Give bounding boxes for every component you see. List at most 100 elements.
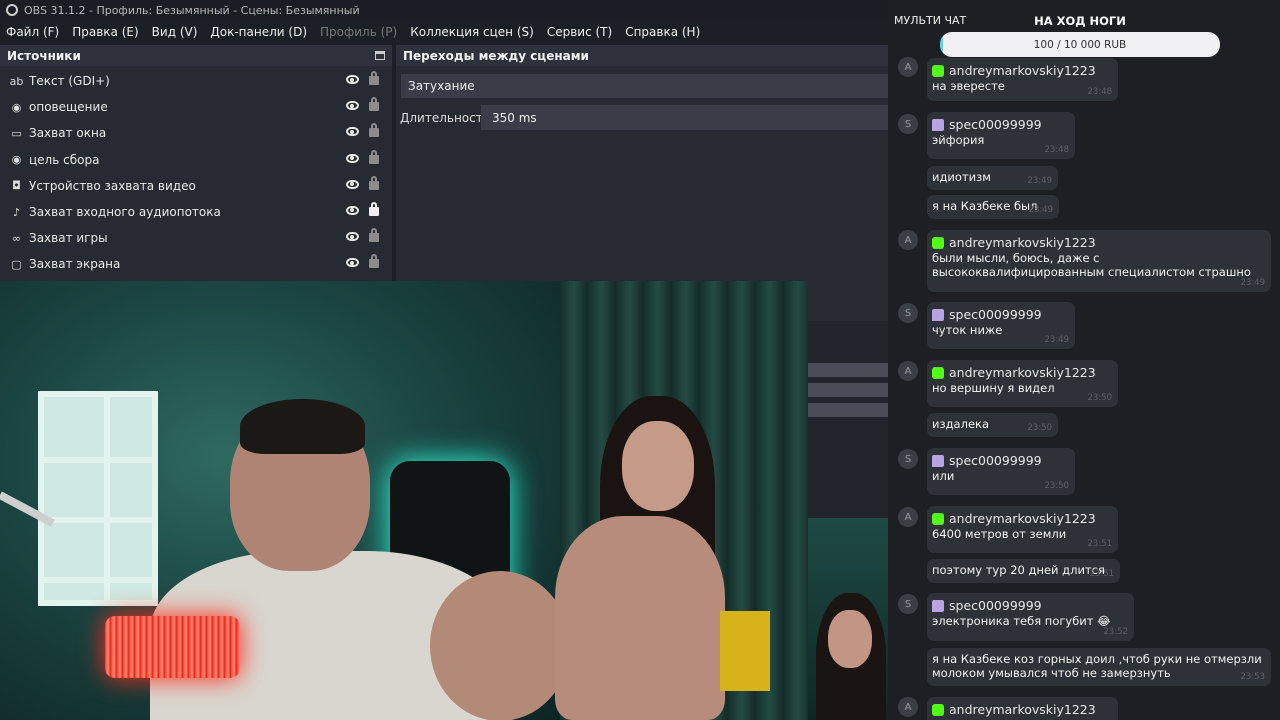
visibility-eye-icon[interactable] (346, 127, 359, 137)
menu-profile: Профиль (P) (320, 24, 398, 39)
window-icon: ▭ (11, 126, 22, 140)
avatar: A (898, 361, 918, 381)
kick-icon (932, 64, 944, 77)
visibility-eye-icon[interactable] (346, 232, 359, 242)
monitor-icon: ▢ (11, 257, 22, 271)
microphone-icon: ♪ (12, 205, 21, 219)
chat-username: spec00099999 (932, 452, 1071, 469)
lock-icon[interactable] (369, 149, 379, 164)
username-text: andreymarkovskiy1223 (949, 511, 1096, 526)
visibility-eye-icon[interactable] (346, 205, 359, 215)
username-text: spec00099999 (949, 453, 1042, 468)
chat-message: andreymarkovskiy1223 но вершину я видел … (927, 360, 1118, 407)
panel-bar (808, 383, 888, 397)
panel-bar (808, 403, 888, 417)
chat-username: andreymarkovskiy1223 (932, 510, 1114, 527)
twitch-icon (932, 454, 944, 467)
chat-message: spec00099999 чуток ниже 23:49 (927, 302, 1075, 349)
source-item[interactable]: ◘ Устройство захвата видео (0, 173, 392, 199)
source-item[interactable]: ▭ Захват окна (0, 120, 392, 146)
username-text: spec00099999 (949, 598, 1042, 613)
menu-file[interactable]: Файл (F) (6, 25, 59, 39)
username-text: andreymarkovskiy1223 (949, 63, 1096, 78)
menu-edit[interactable]: Правка (E) (72, 25, 138, 39)
message-time: 23:50 (1087, 393, 1113, 403)
panel-bar (808, 363, 888, 377)
message-time: 23:50 (1044, 481, 1070, 491)
chat-message: поэтому тур 20 дней длится 23:51 (927, 559, 1120, 583)
lock-icon[interactable] (369, 175, 379, 190)
menu-docks[interactable]: Док-панели (D) (210, 25, 307, 39)
avatar: A (898, 697, 918, 717)
undock-icon[interactable] (375, 51, 385, 60)
obs-logo-icon (6, 4, 18, 16)
menu-help[interactable]: Справка (H) (625, 25, 700, 39)
chat-username: spec00099999 (932, 597, 1130, 614)
message-time: 23:49 (1044, 335, 1070, 345)
lock-icon[interactable] (369, 254, 379, 269)
streamer-arm (430, 571, 570, 720)
chat-message: я на Казбеке коз горных доил ,чтоб руки … (927, 648, 1271, 686)
lock-icon[interactable] (369, 71, 379, 85)
multi-chat-panel: МУЛЬТИ ЧАТ НА ХОД НОГИ 100 / 10 000 RUB … (888, 0, 1280, 720)
chat-message: издалека 23:50 (927, 413, 1058, 437)
kick-icon (932, 703, 944, 716)
message-time: 23:50 (1027, 423, 1053, 433)
sources-dock: Источники ab Текст (GDI+) ◉ оповещение ▭… (0, 45, 392, 281)
pip-face (828, 610, 872, 668)
kick-icon (932, 236, 944, 249)
chat-message: andreymarkovskiy1223 (927, 697, 1118, 720)
menu-view[interactable]: Вид (V) (152, 25, 198, 39)
menu-bar: Файл (F) Правка (E) Вид (V) Док-панели (… (0, 20, 888, 43)
chat-username: andreymarkovskiy1223 (932, 364, 1114, 381)
camera-icon: ◘ (12, 179, 21, 193)
source-item[interactable]: ab Текст (GDI+) (0, 68, 392, 94)
username-text: spec00099999 (949, 307, 1042, 322)
guest-face (622, 421, 694, 511)
kick-icon (932, 512, 944, 525)
chat-username: andreymarkovskiy1223 (932, 701, 1114, 718)
source-label: Захват игры (29, 231, 108, 246)
source-label: Захват экрана (29, 257, 121, 272)
microphone-icon (105, 616, 240, 678)
transition-select[interactable]: Затухание (401, 74, 888, 98)
lock-icon[interactable] (369, 97, 379, 112)
visibility-eye-icon[interactable] (346, 75, 359, 84)
source-item[interactable]: ∞ Захват игры (0, 225, 392, 251)
message-time: 23:49 (1240, 278, 1266, 288)
goal-progress-bar: 100 / 10 000 RUB (940, 32, 1220, 57)
lock-icon[interactable] (369, 201, 379, 216)
gamepad-icon: ∞ (11, 231, 22, 245)
menu-scene-collection[interactable]: Коллекция сцен (S) (410, 25, 534, 39)
source-label: цель сбора (29, 152, 100, 167)
twitch-icon (932, 308, 944, 321)
message-time: 23:53 (1240, 672, 1266, 682)
chat-message: идиотизм 23:49 (927, 166, 1058, 190)
menu-tools[interactable]: Сервис (T) (547, 25, 612, 39)
source-item[interactable]: ♪ Захват входного аудиопотока (0, 199, 392, 225)
username-text: spec00099999 (949, 117, 1042, 132)
chat-message: spec00099999 или 23:50 (927, 448, 1075, 495)
twitch-icon (932, 599, 944, 612)
source-label: Захват входного аудиопотока (29, 205, 221, 220)
source-item[interactable]: ▢ Захват экрана (0, 251, 392, 277)
duration-label: Длительность (400, 111, 490, 125)
secondary-camera (808, 518, 888, 720)
lock-icon[interactable] (369, 123, 379, 138)
visibility-eye-icon[interactable] (346, 179, 359, 189)
transitions-title: Переходы между сценами (403, 48, 589, 63)
source-label: Устройство захвата видео (29, 178, 196, 193)
visibility-eye-icon[interactable] (346, 258, 359, 268)
globe-icon: ◉ (11, 100, 22, 114)
chat-message: andreymarkovskiy1223 6400 метров от земл… (927, 506, 1118, 553)
duration-input[interactable]: 350 ms (481, 105, 888, 130)
source-item[interactable]: ◉ цель сбора (0, 147, 392, 173)
shelf (38, 391, 158, 606)
lock-icon[interactable] (369, 228, 379, 243)
visibility-eye-icon[interactable] (346, 153, 359, 163)
source-label: оповещение (29, 100, 108, 115)
source-item[interactable]: ◉ оповещение (0, 94, 392, 120)
chat-username: andreymarkovskiy1223 (932, 62, 1114, 79)
visibility-eye-icon[interactable] (346, 101, 359, 111)
message-time: 23:51 (1087, 539, 1113, 549)
